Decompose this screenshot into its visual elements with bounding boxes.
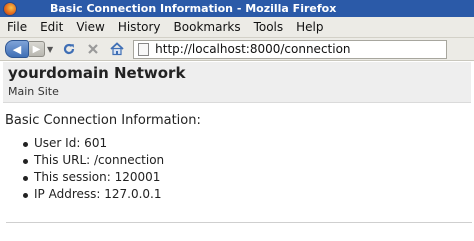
connection-info-list: User Id: 601 This URL: /connection This … [20, 135, 164, 203]
menu-tools[interactable]: Tools [247, 20, 290, 34]
site-name: yourdomain Network [8, 64, 186, 82]
forward-arrow-icon: ▶ [32, 43, 41, 55]
forward-button[interactable]: ▶ [29, 41, 45, 57]
list-item-url: This URL: /connection [20, 152, 164, 169]
page-content: yourdomain Network Main Site Basic Conne… [0, 61, 474, 241]
list-item-user-id: User Id: 601 [20, 135, 164, 152]
page-icon [138, 42, 150, 56]
history-dropdown-icon[interactable]: ▼ [47, 45, 53, 54]
reload-icon [64, 43, 75, 55]
home-button[interactable] [109, 41, 125, 57]
menu-history[interactable]: History [111, 20, 167, 34]
menu-file[interactable]: File [0, 20, 33, 34]
stop-button[interactable] [85, 41, 101, 57]
window-titlebar: Basic Connection Information - Mozilla F… [0, 0, 474, 17]
url-text: http://localhost:8000/connection [155, 42, 351, 56]
home-icon [110, 42, 124, 56]
back-forward-group: ◀ ▶ ▼ [5, 40, 53, 58]
window-title: Basic Connection Information - Mozilla F… [50, 2, 337, 15]
section-title: Basic Connection Information: [5, 113, 201, 128]
menu-help[interactable]: Help [289, 20, 329, 34]
divider [6, 222, 472, 223]
reload-button[interactable] [61, 41, 77, 57]
menu-bar: File Edit View History Bookmarks Tools H… [0, 17, 474, 38]
firefox-logo-icon [4, 2, 16, 15]
site-subtitle: Main Site [8, 85, 59, 98]
list-item-session: This session: 120001 [20, 169, 164, 186]
menu-edit[interactable]: Edit [33, 20, 69, 34]
navigation-toolbar: ◀ ▶ ▼ http://localhost:8000/connection [0, 38, 474, 61]
url-bar[interactable]: http://localhost:8000/connection [133, 39, 448, 59]
menu-bookmarks[interactable]: Bookmarks [167, 20, 247, 34]
list-item-ip-address: IP Address: 127.0.0.1 [20, 186, 164, 203]
back-button[interactable]: ◀ [5, 40, 29, 58]
back-arrow-icon: ◀ [12, 42, 22, 56]
site-header: yourdomain Network Main Site [3, 62, 471, 103]
stop-icon [88, 44, 98, 54]
menu-view[interactable]: View [69, 20, 110, 34]
